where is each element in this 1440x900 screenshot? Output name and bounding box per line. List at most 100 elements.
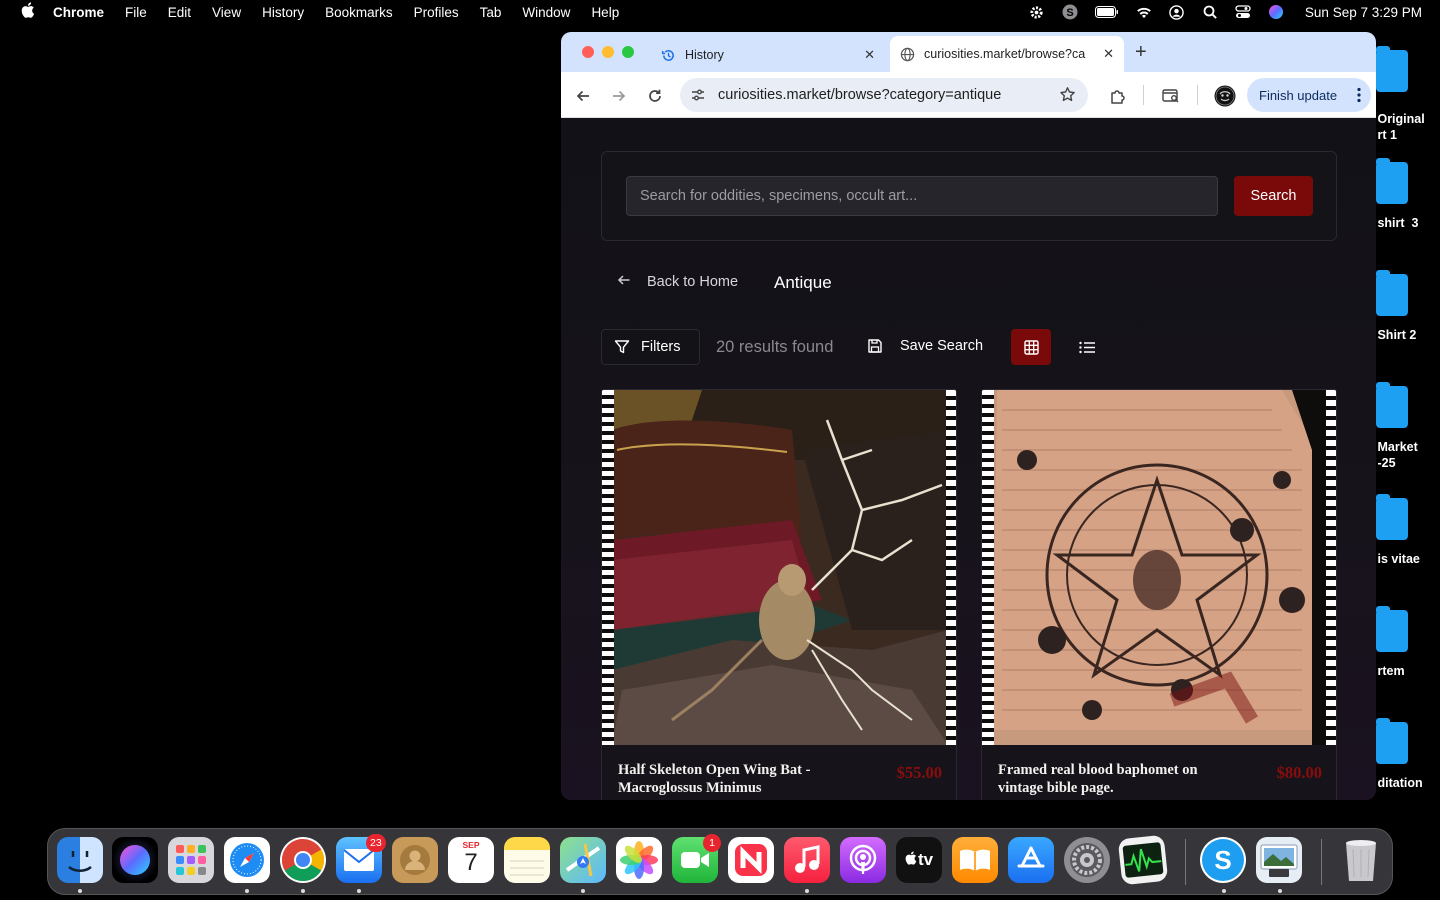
news-app-icon[interactable] <box>728 837 774 883</box>
desktop-folder-label: rtem <box>1374 664 1405 678</box>
maps-app-icon[interactable] <box>560 837 606 883</box>
user-account-icon[interactable] <box>1169 4 1185 20</box>
activity-monitor-app-icon[interactable] <box>1117 834 1169 886</box>
launchpad-app-icon[interactable] <box>168 837 214 883</box>
battery-icon[interactable] <box>1094 4 1119 20</box>
siri-icon[interactable] <box>1268 4 1284 20</box>
browser-toolbar: curiosities.market/browse?category=antiq… <box>561 72 1376 118</box>
menu-view[interactable]: View <box>212 5 241 20</box>
running-indicator <box>301 889 305 893</box>
app-store-app-icon[interactable] <box>1008 837 1054 883</box>
facetime-badge: 1 <box>703 834 721 852</box>
safari-app-icon[interactable] <box>224 837 270 883</box>
running-indicator <box>357 889 361 893</box>
control-center-icon[interactable] <box>1235 4 1251 20</box>
tab-search-icon[interactable] <box>1161 86 1181 106</box>
skype-app-icon[interactable]: S <box>1200 837 1246 883</box>
address-bar[interactable]: curiosities.market/browse?category=antiq… <box>680 78 1088 112</box>
skype-status-icon[interactable]: S <box>1062 4 1078 20</box>
product-price: $55.00 <box>896 763 942 782</box>
arrow-left-icon <box>617 273 631 291</box>
site-settings-icon[interactable] <box>690 87 706 103</box>
menu-tab[interactable]: Tab <box>480 5 502 20</box>
product-card[interactable]: Framed real blood baphomet on vintage bi… <box>981 389 1337 800</box>
calendar-app-icon[interactable]: SEP 7 <box>448 837 494 883</box>
menubar-clock[interactable]: Sun Sep 7 3:29 PM <box>1305 5 1422 20</box>
menu-help[interactable]: Help <box>591 5 619 20</box>
apple-logo-icon <box>905 851 917 869</box>
filters-button[interactable]: Filters <box>601 329 700 365</box>
podcasts-app-icon[interactable] <box>840 837 886 883</box>
list-view-button[interactable] <box>1067 329 1107 365</box>
zoom-window-button[interactable] <box>622 46 634 58</box>
music-app-icon[interactable] <box>784 837 830 883</box>
web-page: Search Back to Home Antique Filters 20 r… <box>561 118 1376 800</box>
extensions-puzzle-icon[interactable] <box>1107 86 1127 106</box>
folder-icon <box>1376 158 1408 204</box>
tab-history[interactable]: History ✕ <box>653 38 885 72</box>
menu-window[interactable]: Window <box>522 5 570 20</box>
minimize-window-button[interactable] <box>602 46 614 58</box>
search-panel: Search <box>601 151 1337 241</box>
dock: 23 SEP 7 1 tv S <box>47 828 1393 895</box>
spotlight-search-icon[interactable] <box>1202 4 1218 20</box>
search-button[interactable]: Search <box>1234 176 1313 216</box>
menu-app-name[interactable]: Chrome <box>53 5 104 20</box>
save-search-button[interactable]: Save Search <box>867 338 983 354</box>
menu-edit[interactable]: Edit <box>168 5 191 20</box>
books-app-icon[interactable] <box>952 837 998 883</box>
gear-icon[interactable] <box>1029 4 1045 20</box>
tab-curiosities[interactable]: curiosities.market/browse?ca ✕ <box>890 36 1124 72</box>
new-tab-button[interactable]: + <box>1135 41 1147 64</box>
desktop-folder-label: shirt 3 <box>1374 216 1419 230</box>
product-image[interactable] <box>602 390 956 745</box>
filter-funnel-icon <box>614 339 630 355</box>
bookmark-star-icon[interactable] <box>1059 86 1076 103</box>
browser-window: History ✕ curiosities.market/browse?ca ✕… <box>561 32 1376 800</box>
close-tab-icon[interactable]: ✕ <box>864 47 875 63</box>
more-menu-icon <box>1357 87 1361 103</box>
folder-icon <box>1376 46 1408 92</box>
search-input[interactable] <box>626 176 1218 216</box>
apple-menu-icon[interactable] <box>18 2 38 22</box>
forward-arrow-icon[interactable] <box>609 86 629 106</box>
tab-title: curiosities.market/browse?ca <box>924 47 1086 61</box>
finish-update-button[interactable]: Finish update <box>1247 78 1371 112</box>
running-indicator <box>805 889 809 893</box>
photos-app-icon[interactable] <box>616 837 662 883</box>
grid-view-button[interactable] <box>1011 329 1051 365</box>
save-floppy-icon <box>867 338 883 354</box>
globe-icon <box>900 47 915 62</box>
product-image[interactable] <box>982 390 1336 745</box>
tv-label: tv <box>917 850 934 869</box>
siri-app-icon[interactable] <box>112 837 158 883</box>
reload-icon[interactable] <box>645 86 665 106</box>
system-settings-app-icon[interactable] <box>1064 837 1110 883</box>
results-count: 20 results found <box>716 338 834 356</box>
folder-icon <box>1376 606 1408 652</box>
menu-profiles[interactable]: Profiles <box>414 5 459 20</box>
folder-icon <box>1376 270 1408 316</box>
menu-bookmarks[interactable]: Bookmarks <box>325 5 393 20</box>
menu-history[interactable]: History <box>262 5 304 20</box>
product-title[interactable]: Half Skeleton Open Wing Bat - Macrogloss… <box>618 761 858 797</box>
menu-file[interactable]: File <box>125 5 147 20</box>
close-tab-icon[interactable]: ✕ <box>1103 46 1114 62</box>
menu-bar: Chrome File Edit View History Bookmarks … <box>0 0 1440 24</box>
chrome-app-icon[interactable] <box>280 837 326 883</box>
close-window-button[interactable] <box>582 46 594 58</box>
product-title[interactable]: Framed real blood baphomet on vintage bi… <box>998 761 1238 797</box>
product-card[interactable]: Half Skeleton Open Wing Bat - Macrogloss… <box>601 389 957 800</box>
back-to-home-link[interactable]: Back to Home <box>617 273 738 291</box>
profile-avatar[interactable] <box>1214 85 1236 107</box>
finder-app-icon[interactable] <box>57 837 103 883</box>
preview-app-icon[interactable] <box>1256 837 1302 883</box>
wifi-icon[interactable] <box>1136 4 1152 20</box>
apple-tv-app-icon[interactable]: tv <box>896 837 942 883</box>
back-arrow-icon[interactable] <box>573 86 593 106</box>
notes-app-icon[interactable] <box>504 837 550 883</box>
trash-icon[interactable] <box>1338 837 1384 883</box>
contacts-app-icon[interactable] <box>392 837 438 883</box>
product-price: $80.00 <box>1276 763 1322 782</box>
tab-title: History <box>685 48 724 62</box>
